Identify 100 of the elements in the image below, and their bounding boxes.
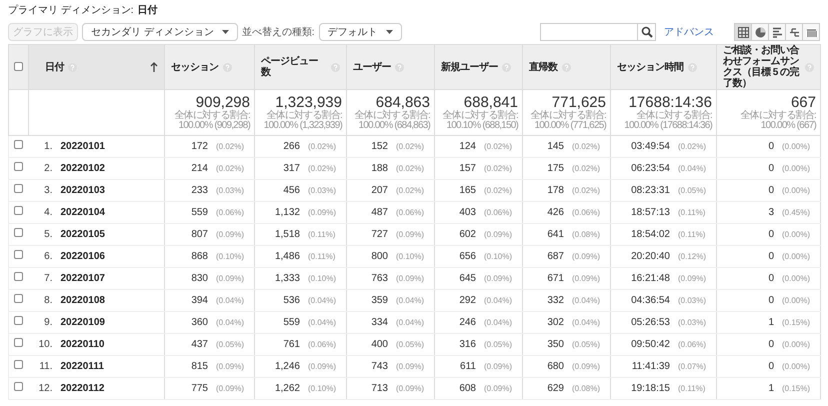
metric-percent: (0.09%) xyxy=(308,360,338,372)
help-icon xyxy=(562,62,570,72)
metric-percent: (0.09%) xyxy=(396,272,426,284)
checkbox[interactable] xyxy=(14,162,24,171)
metric-percent: (0.03%) xyxy=(678,294,708,306)
checkbox[interactable] xyxy=(14,62,23,71)
metric-percent: (0.02%) xyxy=(572,162,602,174)
total-value: 667 xyxy=(790,94,816,111)
secondary-dimension-dropdown[interactable]: セカンダリ ディメンション xyxy=(82,23,238,41)
total-value: 1,323,939 xyxy=(275,94,342,111)
metric-value: 0 xyxy=(768,250,774,262)
metric-value: 641 xyxy=(547,228,564,240)
advanced-link[interactable]: アドバンス xyxy=(664,24,714,40)
column-header[interactable]: 直帰数 xyxy=(529,62,558,72)
row-index: 4. xyxy=(43,206,52,218)
metric-percent: (0.09%) xyxy=(484,360,514,372)
pivot-icon[interactable] xyxy=(802,23,820,41)
metric-percent: (0.06%) xyxy=(396,206,426,218)
metric-value: 743 xyxy=(371,360,388,372)
bar-list-icon[interactable] xyxy=(768,23,786,41)
checkbox[interactable] xyxy=(14,316,24,325)
metric-percent: (0.04%) xyxy=(484,294,514,306)
date-cell: 20220112 xyxy=(60,382,104,394)
total-share: 全体に対する割合: 100.00% (17688:14:36) xyxy=(623,111,712,131)
metric-percent: (0.02%) xyxy=(396,140,426,152)
metric-percent: (0.00%) xyxy=(782,272,812,284)
checkbox[interactable] xyxy=(14,382,24,391)
help-icon xyxy=(688,62,696,72)
metric-percent: (0.04%) xyxy=(678,162,708,174)
metric-percent: (0.11%) xyxy=(678,206,706,218)
column-header[interactable]: 日付 xyxy=(45,62,64,72)
metric-percent: (0.02%) xyxy=(484,184,514,196)
metric-percent: (0.15%) xyxy=(782,382,812,394)
metric-percent: (0.10%) xyxy=(308,382,338,394)
metric-value: 152 xyxy=(371,140,388,152)
metric-value: 761 xyxy=(283,338,300,350)
pie-chart-icon[interactable] xyxy=(751,23,769,41)
metric-percent: (0.10%) xyxy=(308,272,338,284)
row-index: 8. xyxy=(43,294,52,306)
help-icon xyxy=(805,62,814,72)
total-share: 全体に対する割合: 100.00% (1,323,939) xyxy=(262,111,342,131)
metric-value: 165 xyxy=(459,184,476,196)
metric-value: 292 xyxy=(459,294,476,306)
metric-value: 611 xyxy=(460,360,476,372)
date-cell: 20220103 xyxy=(60,184,105,196)
total-value: 771,625 xyxy=(550,94,606,111)
column-header[interactable]: セッション xyxy=(171,62,218,72)
checkbox[interactable] xyxy=(14,228,24,237)
metric-percent: (0.06%) xyxy=(572,206,602,218)
metric-percent: (0.00%) xyxy=(782,162,812,174)
column-header[interactable]: ユーザー xyxy=(353,62,391,72)
metric-value: 815 xyxy=(191,360,208,372)
column-header[interactable]: セッション時間 xyxy=(617,62,684,72)
date-cell: 20220107 xyxy=(60,272,105,284)
checkbox[interactable] xyxy=(14,294,24,303)
metric-percent: (0.02%) xyxy=(678,140,708,152)
metric-percent: (0.02%) xyxy=(216,140,246,152)
metric-value: 18:54:02 xyxy=(631,228,670,240)
metric-value: 645 xyxy=(459,272,476,284)
metric-percent: (0.02%) xyxy=(308,162,338,174)
metric-percent: (0.06%) xyxy=(484,206,514,218)
checkbox[interactable] xyxy=(14,272,24,281)
metric-percent: (0.04%) xyxy=(396,294,426,306)
metric-value: 0 xyxy=(768,360,774,372)
metric-value: 608 xyxy=(459,382,476,394)
metric-percent: (0.09%) xyxy=(396,382,426,394)
checkbox[interactable] xyxy=(14,360,24,369)
checkbox[interactable] xyxy=(14,206,24,215)
metric-value: 19:18:15 xyxy=(631,382,670,394)
metric-value: 175 xyxy=(547,162,564,174)
row-index: 11. xyxy=(38,360,52,372)
checkbox[interactable] xyxy=(14,338,24,347)
metric-value: 188 xyxy=(371,162,388,174)
metric-value: 1 xyxy=(768,382,774,394)
metric-value: 656 xyxy=(459,250,476,262)
sort-type-dropdown[interactable]: デフォルト xyxy=(318,23,402,41)
metric-value: 868 xyxy=(191,250,208,262)
metric-value: 11:41:39 xyxy=(632,360,670,372)
metric-percent: (0.09%) xyxy=(216,360,246,372)
metric-percent: (0.06%) xyxy=(216,206,246,218)
comparison-icon[interactable] xyxy=(785,23,803,41)
dimension-label: プライマリ ディメンション: xyxy=(8,4,134,18)
metric-percent: (0.07%) xyxy=(678,360,708,372)
metric-percent: (0.09%) xyxy=(572,272,602,284)
date-cell: 20220105 xyxy=(60,228,105,240)
metric-value: 0 xyxy=(768,162,774,174)
sort-arrow-icon[interactable] xyxy=(150,62,158,72)
checkbox[interactable] xyxy=(14,250,24,259)
checkbox[interactable] xyxy=(14,184,24,193)
search-icon[interactable] xyxy=(638,23,656,41)
metric-value: 157 xyxy=(459,162,476,174)
checkbox[interactable] xyxy=(14,140,24,149)
metric-value: 536 xyxy=(283,294,300,306)
metric-value: 359 xyxy=(371,294,388,306)
search-field[interactable] xyxy=(540,23,638,41)
table-view-icon[interactable] xyxy=(734,23,752,41)
help-icon xyxy=(68,62,77,72)
column-header[interactable]: 新規ユーザー xyxy=(441,62,498,72)
metric-value: 03:49:54 xyxy=(631,140,670,152)
total-value: 688,841 xyxy=(462,94,518,111)
